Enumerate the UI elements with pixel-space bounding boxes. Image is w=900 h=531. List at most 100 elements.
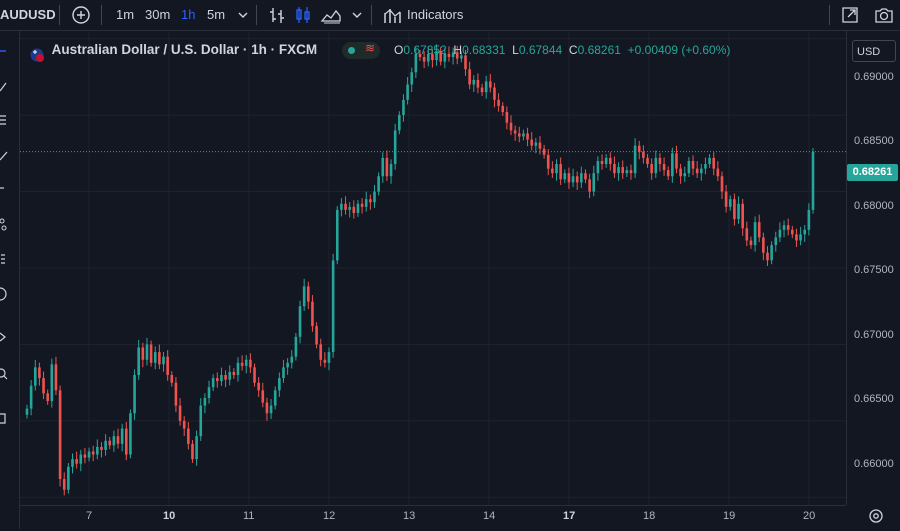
magnet-icon[interactable] <box>0 411 14 425</box>
fib-retracement-icon[interactable] <box>0 113 14 127</box>
candle <box>162 351 165 372</box>
chevron-down-icon[interactable] <box>346 4 368 26</box>
indicators-icon[interactable] <box>382 4 404 26</box>
fullscreen-expand-icon[interactable] <box>839 4 861 26</box>
candle <box>716 161 720 181</box>
candle <box>100 442 103 458</box>
candles-chart-type-icon[interactable] <box>292 4 314 26</box>
candle-body <box>588 179 591 192</box>
candle-body <box>389 164 393 177</box>
candle-body <box>757 222 761 238</box>
candle <box>472 75 476 93</box>
candle <box>700 163 703 181</box>
candle <box>509 115 513 136</box>
candle <box>621 160 625 179</box>
area-chart-type-icon[interactable] <box>320 4 342 26</box>
candle-body <box>323 359 327 363</box>
candle-body <box>704 164 707 169</box>
candle <box>278 372 281 397</box>
candle <box>187 421 190 450</box>
candle-body <box>563 173 567 180</box>
candle <box>526 127 529 147</box>
candle <box>195 430 198 466</box>
toolbar-divider <box>59 5 60 25</box>
pattern-tool-icon[interactable] <box>0 217 14 231</box>
ruler-icon[interactable] <box>0 329 14 343</box>
candle-body <box>211 378 215 388</box>
prediction-tool-icon[interactable] <box>0 253 14 267</box>
x-tick-label: 12 <box>323 510 336 522</box>
candle-body <box>513 130 517 134</box>
candle-body <box>331 260 335 353</box>
candle <box>774 231 778 252</box>
candle <box>75 451 78 469</box>
candle <box>551 161 554 178</box>
timeframe-5m-button[interactable]: 5m <box>207 0 225 30</box>
candle-body <box>315 326 318 345</box>
candle <box>799 226 802 246</box>
chart-settings-gear-icon[interactable] <box>866 506 886 526</box>
candle <box>224 370 227 388</box>
compare-add-symbol-icon[interactable] <box>70 4 92 26</box>
candle-body <box>637 145 641 152</box>
candle-body <box>571 176 575 183</box>
candle <box>158 344 161 370</box>
timeframe-30m-button[interactable]: 30m <box>145 0 170 30</box>
candle-body <box>311 301 314 327</box>
candle <box>762 232 765 261</box>
candle-body <box>476 79 480 88</box>
candle <box>406 77 409 105</box>
candle-body <box>596 160 600 174</box>
candle-body <box>646 157 649 165</box>
trend-line-icon[interactable] <box>0 79 14 93</box>
symbol-search-button[interactable]: AUDUSD <box>0 0 56 30</box>
candle-body <box>770 245 773 261</box>
price-chart[interactable] <box>20 31 846 505</box>
brush-icon[interactable] <box>0 147 14 161</box>
candle <box>563 169 567 184</box>
candle-body <box>302 286 306 307</box>
crosshair-cursor-icon[interactable] <box>0 44 14 58</box>
candle-body <box>472 79 476 85</box>
candle <box>675 145 678 174</box>
candle-body <box>215 378 219 382</box>
candle <box>124 421 128 461</box>
candle <box>141 342 145 368</box>
candle-body <box>141 347 145 360</box>
low-key: L <box>512 43 519 57</box>
symbol-title[interactable]: Australian Dollar / U.S. Dollar · 1h · F… <box>52 42 318 57</box>
indicators-button[interactable]: Indicators <box>407 0 463 30</box>
candle <box>261 382 265 408</box>
zoom-in-icon[interactable] <box>0 367 14 381</box>
candle-body <box>720 176 724 192</box>
candle-body <box>575 176 579 183</box>
candle-body <box>398 115 401 131</box>
x-tick-label: 18 <box>643 510 656 522</box>
candle <box>352 200 356 219</box>
candle <box>650 158 653 180</box>
top-toolbar: AUDUSD 1m 30m 1h 5m Indicators <box>0 0 900 31</box>
candle <box>215 372 219 388</box>
candle-body <box>774 237 778 246</box>
candle-body <box>253 367 256 383</box>
timeframe-1h-button[interactable]: 1h <box>181 0 195 30</box>
candle <box>58 385 62 487</box>
camera-screenshot-icon[interactable] <box>873 4 895 26</box>
icons-tool-icon[interactable] <box>0 287 14 301</box>
timeframe-1m-button[interactable]: 1m <box>116 0 134 30</box>
text-tool-icon[interactable] <box>0 181 14 195</box>
candle <box>191 440 194 463</box>
market-status-badge[interactable]: ≋ <box>342 41 380 59</box>
candle <box>546 149 550 176</box>
candle-body <box>249 359 252 368</box>
chevron-down-icon[interactable] <box>232 4 254 26</box>
bar-chart-type-icon[interactable] <box>266 4 288 26</box>
candle-body <box>203 397 207 406</box>
candle-body <box>608 157 612 165</box>
candle <box>741 199 744 236</box>
candle-body <box>762 237 765 253</box>
candle-body <box>799 234 802 241</box>
candle <box>149 340 153 367</box>
currency-select[interactable]: USD <box>852 40 896 62</box>
candle-body <box>468 69 471 85</box>
